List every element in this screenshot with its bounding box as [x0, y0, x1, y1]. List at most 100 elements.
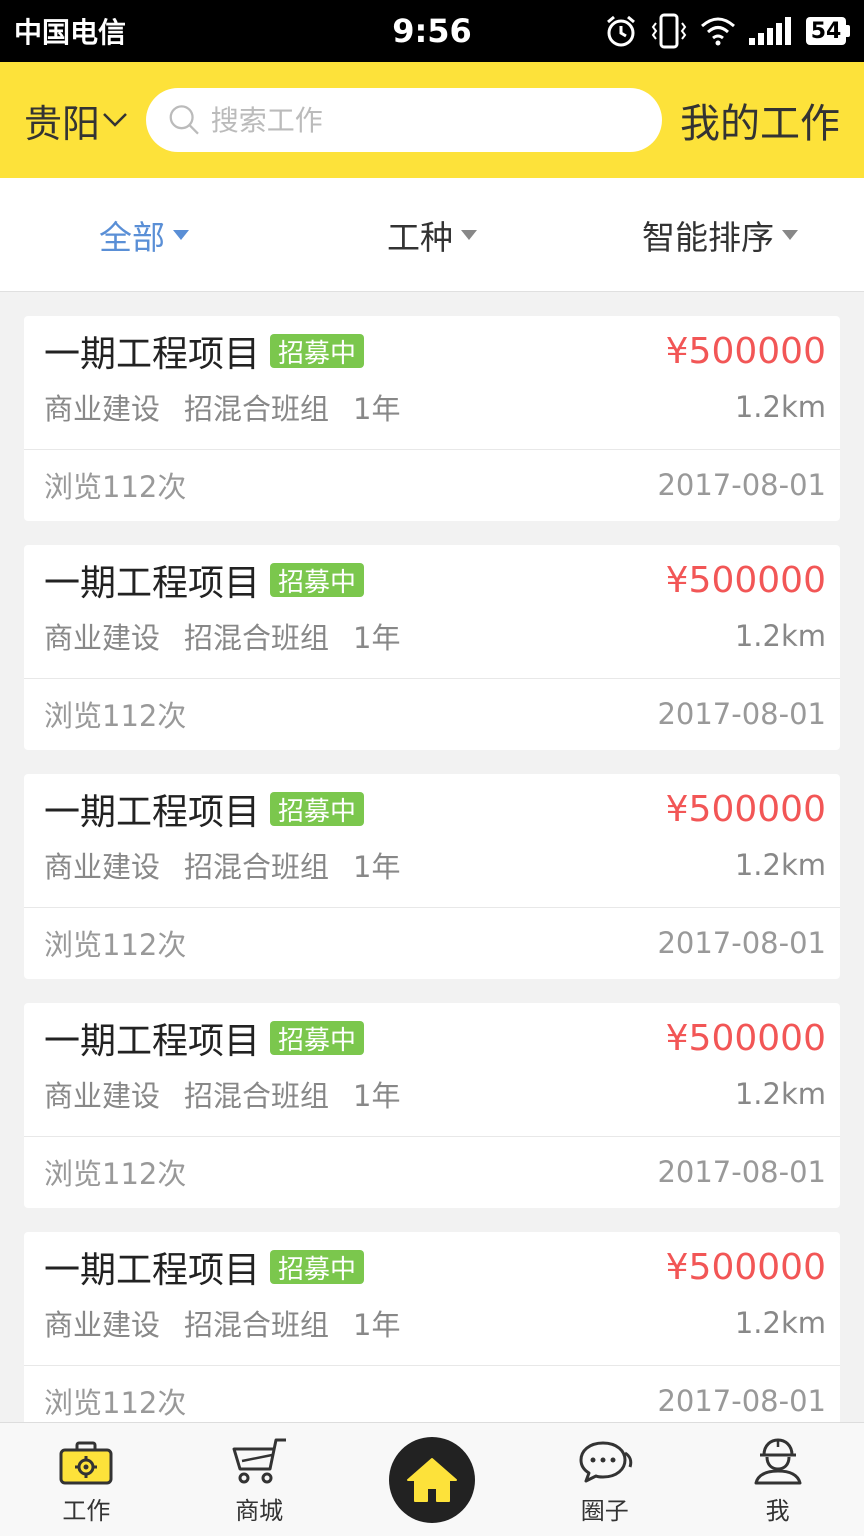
- job-price: ¥500000: [665, 559, 826, 601]
- vibrate-icon: [651, 13, 687, 49]
- filter-bar: 全部 工种 智能排序: [0, 178, 864, 292]
- battery-level: 54: [806, 17, 846, 45]
- job-meta: 商业建设 招混合班组 1年: [44, 844, 400, 886]
- tab-me-label: 我: [765, 1497, 790, 1525]
- job-category: 商业建设: [44, 621, 161, 655]
- carrier-label: 中国电信: [14, 16, 127, 49]
- job-list: 一期工程项目 招募中 ¥500000 商业建设 招混合班组 1年 1.2km 浏…: [0, 292, 864, 1437]
- tab-circle-label: 圈子: [580, 1497, 629, 1525]
- job-title-wrap: 一期工程项目 招募中: [44, 1241, 365, 1293]
- job-views: 浏览112次: [44, 1386, 187, 1420]
- job-meta-row: 商业建设 招混合班组 1年 1.2km: [44, 1073, 826, 1115]
- caret-down-icon: [173, 229, 189, 240]
- top-header: 贵阳 我的工作: [0, 62, 864, 178]
- job-duration: 1年: [353, 1079, 401, 1113]
- job-team: 招混合班组: [184, 1079, 330, 1113]
- status-badge: 招募中: [270, 334, 365, 369]
- job-title: 一期工程项目: [44, 563, 261, 604]
- job-card-top: 一期工程项目 招募中 ¥500000 商业建设 招混合班组 1年 1.2km: [24, 1232, 840, 1366]
- job-distance: 1.2km: [734, 390, 826, 424]
- job-card[interactable]: 一期工程项目 招募中 ¥500000 商业建设 招混合班组 1年 1.2km 浏…: [24, 316, 840, 521]
- filter-sort-label: 智能排序: [642, 217, 774, 257]
- tab-shop[interactable]: 商城: [173, 1423, 346, 1536]
- status-badge: 招募中: [270, 1250, 365, 1285]
- job-card-footer: 浏览112次 2017-08-01: [24, 908, 840, 978]
- job-card-footer: 浏览112次 2017-08-01: [24, 679, 840, 749]
- job-title: 一期工程项目: [44, 1250, 261, 1291]
- job-date: 2017-08-01: [657, 926, 826, 960]
- filter-all-label: 全部: [99, 217, 165, 257]
- job-card-top: 一期工程项目 招募中 ¥500000 商业建设 招混合班组 1年 1.2km: [24, 774, 840, 908]
- caret-down-icon: [461, 229, 477, 240]
- job-card-header: 一期工程项目 招募中 ¥500000: [44, 788, 826, 834]
- job-category: 商业建设: [44, 392, 161, 426]
- job-card-footer: 浏览112次 2017-08-01: [24, 1137, 840, 1207]
- caret-down-icon: [782, 229, 798, 240]
- cart-icon: [232, 1438, 287, 1484]
- job-date: 2017-08-01: [657, 1155, 826, 1189]
- chevron-down-icon: [103, 113, 127, 127]
- job-card[interactable]: 一期工程项目 招募中 ¥500000 商业建设 招混合班组 1年 1.2km 浏…: [24, 545, 840, 750]
- job-duration: 1年: [353, 392, 401, 426]
- battery-indicator: 54: [806, 17, 850, 45]
- status-badge: 招募中: [270, 1021, 365, 1056]
- job-title-wrap: 一期工程项目 招募中: [44, 783, 365, 835]
- job-category: 商业建设: [44, 1308, 161, 1342]
- job-views: 浏览112次: [44, 470, 187, 504]
- tab-work[interactable]: 工作: [0, 1423, 173, 1536]
- job-card-top: 一期工程项目 招募中 ¥500000 商业建设 招混合班组 1年 1.2km: [24, 316, 840, 450]
- job-meta-row: 商业建设 招混合班组 1年 1.2km: [44, 844, 826, 886]
- job-category: 商业建设: [44, 850, 161, 884]
- job-meta: 商业建设 招混合班组 1年: [44, 615, 400, 657]
- job-card-header: 一期工程项目 招募中 ¥500000: [44, 1017, 826, 1063]
- job-title: 一期工程项目: [44, 1021, 261, 1062]
- worker-helmet-icon: [754, 1438, 802, 1485]
- job-team: 招混合班组: [184, 621, 330, 655]
- tab-home[interactable]: [346, 1423, 519, 1536]
- job-duration: 1年: [353, 850, 401, 884]
- job-card[interactable]: 一期工程项目 招募中 ¥500000 商业建设 招混合班组 1年 1.2km 浏…: [24, 1003, 840, 1208]
- job-duration: 1年: [353, 1308, 401, 1342]
- tab-shop-label: 商城: [235, 1497, 284, 1525]
- filter-sort[interactable]: 智能排序: [576, 211, 864, 259]
- job-price: ¥500000: [665, 1017, 826, 1059]
- tab-work-label: 工作: [62, 1497, 111, 1525]
- search-input[interactable]: [210, 103, 640, 137]
- tab-circle[interactable]: 圈子: [518, 1423, 691, 1536]
- job-price: ¥500000: [665, 1246, 826, 1288]
- job-card-header: 一期工程项目 招募中 ¥500000: [44, 1246, 826, 1292]
- job-distance: 1.2km: [734, 1306, 826, 1340]
- status-icons: 54: [604, 13, 850, 49]
- tab-me[interactable]: 我: [691, 1423, 864, 1536]
- filter-trade[interactable]: 工种: [288, 211, 576, 259]
- city-label: 贵阳: [24, 101, 101, 146]
- job-team: 招混合班组: [184, 1308, 330, 1342]
- job-title: 一期工程项目: [44, 334, 261, 375]
- job-card-footer: 浏览112次 2017-08-01: [24, 450, 840, 520]
- job-distance: 1.2km: [734, 848, 826, 882]
- job-meta: 商业建设 招混合班组 1年: [44, 1302, 400, 1344]
- job-distance: 1.2km: [734, 1077, 826, 1111]
- status-bar: 中国电信 9:56 54: [0, 0, 864, 62]
- status-badge: 招募中: [270, 563, 365, 598]
- search-icon: [169, 105, 199, 135]
- job-team: 招混合班组: [184, 392, 330, 426]
- search-box[interactable]: [146, 88, 662, 152]
- signal-icon: [749, 17, 791, 45]
- my-jobs-button[interactable]: 我的工作: [680, 91, 840, 149]
- city-selector[interactable]: 贵阳: [24, 93, 128, 148]
- filter-all[interactable]: 全部: [0, 211, 288, 259]
- status-badge: 招募中: [270, 792, 365, 827]
- job-price: ¥500000: [665, 788, 826, 830]
- job-card[interactable]: 一期工程项目 招募中 ¥500000 商业建设 招混合班组 1年 1.2km 浏…: [24, 774, 840, 979]
- job-price: ¥500000: [665, 330, 826, 372]
- home-button[interactable]: [388, 1436, 475, 1523]
- job-duration: 1年: [353, 621, 401, 655]
- job-title-wrap: 一期工程项目 招募中: [44, 1012, 365, 1064]
- job-date: 2017-08-01: [657, 1384, 826, 1418]
- job-card-top: 一期工程项目 招募中 ¥500000 商业建设 招混合班组 1年 1.2km: [24, 545, 840, 679]
- job-card[interactable]: 一期工程项目 招募中 ¥500000 商业建设 招混合班组 1年 1.2km 浏…: [24, 1232, 840, 1437]
- job-team: 招混合班组: [184, 850, 330, 884]
- job-distance: 1.2km: [734, 619, 826, 653]
- job-meta-row: 商业建设 招混合班组 1年 1.2km: [44, 386, 826, 428]
